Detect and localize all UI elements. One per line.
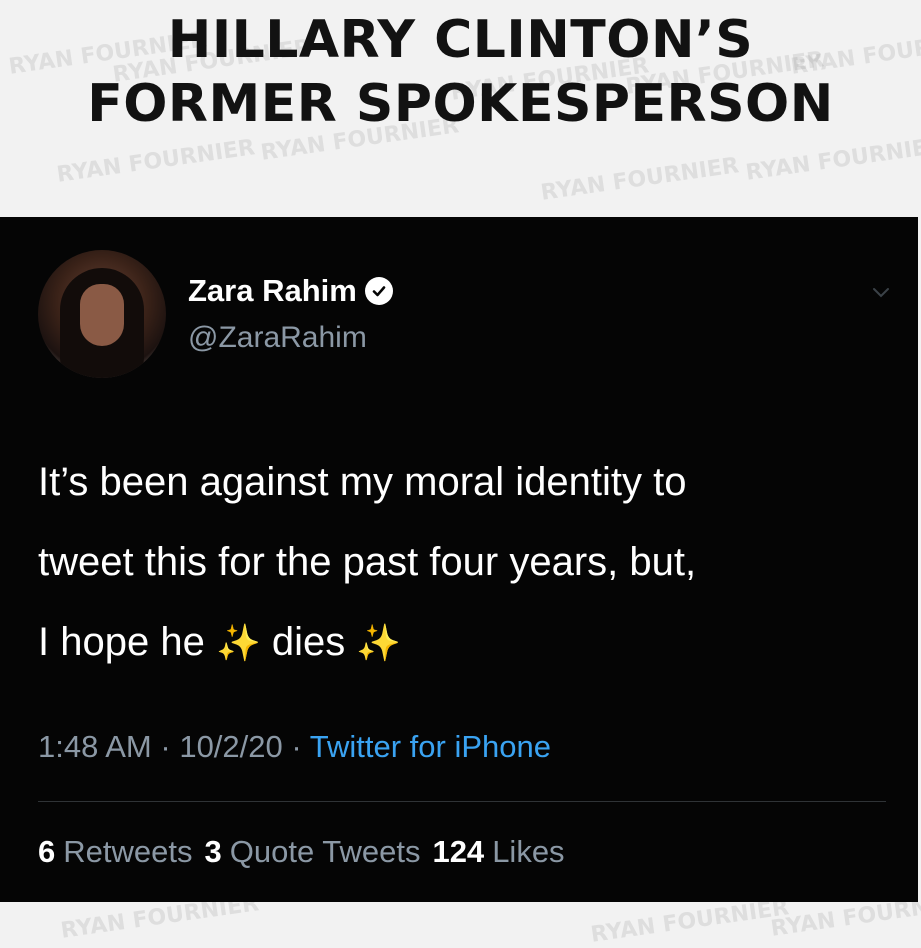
- tweet-text-fragment: dies: [271, 620, 346, 664]
- headline-line-1: HILLARY CLINTON’S: [167, 10, 754, 70]
- headline-line-2: FORMER SPOKESPERSON: [87, 74, 834, 134]
- author-name[interactable]: Zara Rahim: [188, 273, 357, 309]
- likes-count: 124: [432, 834, 485, 869]
- tweet-stats: 6 Retweets 3 Quote Tweets 124 Likes: [38, 834, 565, 870]
- tweet-text-line: I hope he ✨ dies ✨: [38, 602, 898, 683]
- watermark: RYAN FOURNIER: [55, 135, 257, 188]
- sparkle-icon: ✨: [215, 622, 261, 663]
- sparkle-icon: ✨: [356, 622, 402, 663]
- tweet-date[interactable]: 10/2/20: [179, 729, 282, 764]
- tweet-meta: 1:48 AM · 10/2/20 · Twitter for iPhone: [38, 729, 551, 765]
- chevron-down-icon[interactable]: [870, 281, 892, 303]
- separator: ·: [160, 729, 171, 764]
- tweet-text-line: tweet this for the past four years, but,: [38, 540, 697, 584]
- divider: [38, 801, 886, 802]
- tweet-text: It’s been against my moral identity to t…: [38, 442, 898, 683]
- author-row: Zara Rahim: [188, 273, 393, 309]
- tweet-time[interactable]: 1:48 AM: [38, 729, 152, 764]
- likes-stat[interactable]: 124 Likes: [432, 834, 564, 870]
- retweets-stat[interactable]: 6 Retweets: [38, 834, 192, 870]
- quote-tweets-count: 3: [204, 834, 222, 869]
- author-handle[interactable]: @ZaraRahim: [188, 321, 367, 355]
- watermark: RYAN FOURNIER: [539, 153, 741, 206]
- likes-label: Likes: [492, 834, 565, 869]
- watermark: RYAN FOURNIER: [589, 895, 791, 948]
- separator: ·: [291, 729, 302, 764]
- tweet-card: Zara Rahim @ZaraRahim It’s been against …: [0, 217, 918, 902]
- quote-tweets-stat[interactable]: 3 Quote Tweets: [204, 834, 420, 870]
- retweets-count: 6: [38, 834, 56, 869]
- headline: HILLARY CLINTON’S FORMER SPOKESPERSON: [0, 8, 921, 136]
- tweet-source-link[interactable]: Twitter for iPhone: [310, 729, 551, 764]
- verified-badge-icon: [364, 277, 393, 305]
- tweet-text-fragment: I hope he: [38, 620, 205, 664]
- tweet-text-line: It’s been against my moral identity to: [38, 460, 687, 504]
- avatar[interactable]: [38, 250, 166, 378]
- watermark: RYAN FOURNIER: [744, 133, 921, 186]
- retweets-label: Retweets: [63, 834, 193, 869]
- quote-tweets-label: Quote Tweets: [229, 834, 421, 869]
